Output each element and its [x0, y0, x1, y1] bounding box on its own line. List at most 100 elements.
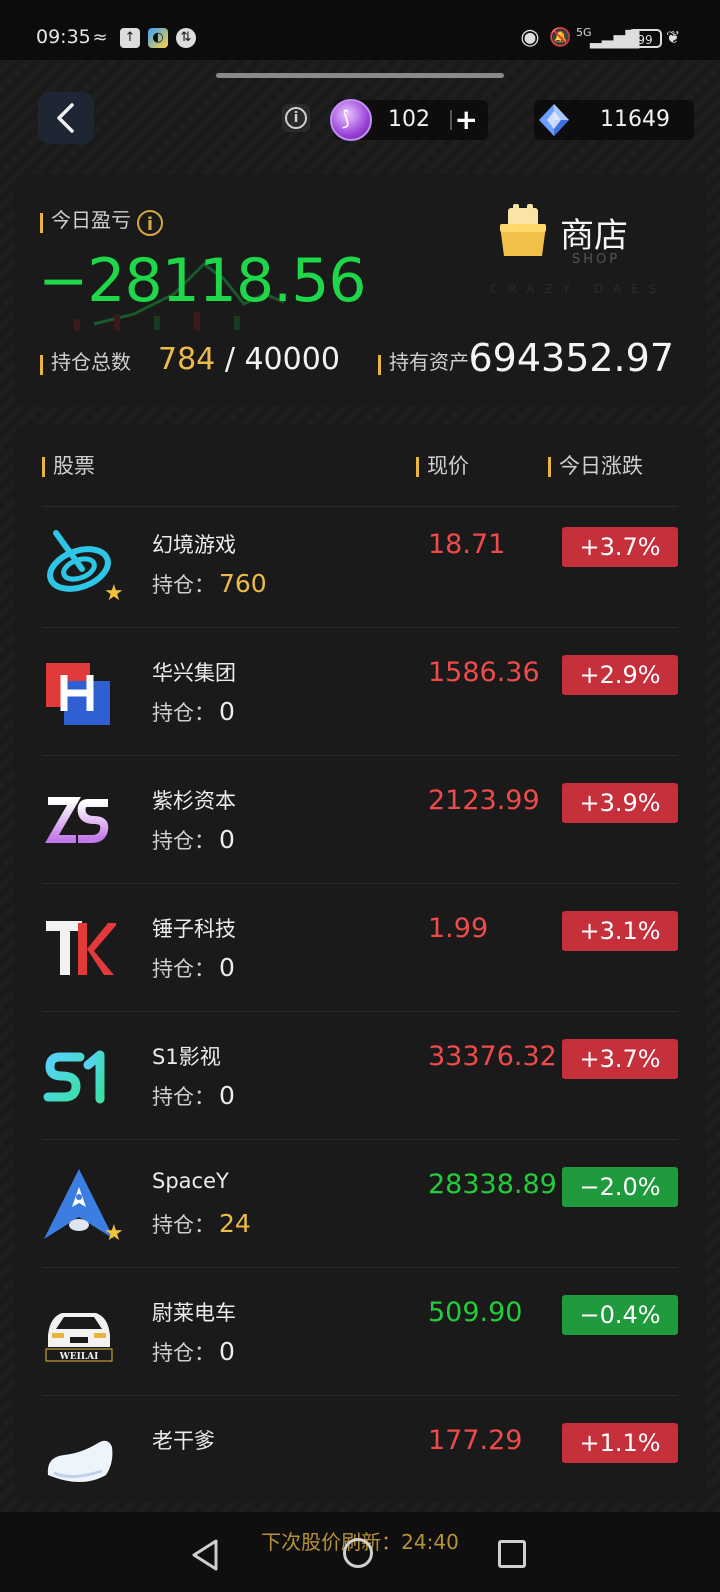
- stock-name: S1影视: [152, 1045, 221, 1069]
- holding-prefix: 持仓：: [152, 701, 215, 725]
- weilai-car-logo-icon: WEILAI: [45, 1313, 113, 1362]
- stock-name: 老干爹: [152, 1429, 215, 1453]
- holding-label: 持仓总数: [40, 346, 131, 375]
- label-marker: [548, 457, 551, 477]
- holding-prefix: 持仓：: [152, 573, 215, 597]
- stock-name: 锤子科技: [152, 917, 236, 941]
- stock-holding: 持仓： 0: [152, 953, 235, 983]
- stock-row[interactable]: 紫杉资本 持仓： 0 2123.99 +3.9%: [42, 755, 678, 884]
- coin-balance: 102 +: [330, 99, 488, 141]
- status-bar: 09:35 ≈ ↑ ◐ ⇅ ◉ 🔕 5G ▂▃▅▇ 99 ❦: [0, 0, 720, 60]
- stock-row[interactable]: WEILAI 尉莱电车 持仓： 0 509.90 −0.4%: [42, 1267, 678, 1396]
- stock-holding: 持仓： 760: [152, 569, 267, 599]
- label-marker: [40, 212, 43, 233]
- refresh-label: 下次股价刷新：: [261, 1530, 402, 1554]
- nav-back-icon[interactable]: [190, 1538, 222, 1572]
- battery-indicator: 99: [628, 29, 662, 48]
- holding-amount: 24: [219, 1209, 251, 1238]
- stock-price: 33376.32: [428, 1041, 557, 1072]
- today-pnl-label: 今日盈亏 i: [40, 204, 163, 236]
- holding-label-text: 持仓总数: [51, 350, 131, 374]
- mute-icon: 🔕: [549, 27, 572, 48]
- holding-amount: 0: [219, 1337, 235, 1366]
- watermark-text: CRAZY DAES: [490, 282, 667, 296]
- shop-sublabel: SHOP: [572, 252, 621, 267]
- weilai-logo-text: WEILAI: [59, 1352, 99, 1362]
- laoganda-logo-icon: [47, 1440, 113, 1482]
- holding-prefix: 持仓：: [152, 829, 215, 853]
- gem-value: 11649: [600, 107, 670, 132]
- favorite-star-icon[interactable]: ★: [104, 581, 124, 606]
- stock-name: 华兴集团: [152, 661, 236, 685]
- shop-button[interactable]: 商店 SHOP: [498, 198, 658, 278]
- battery-level: 99: [637, 33, 653, 47]
- stock-holding: 持仓： 0: [152, 697, 235, 727]
- shop-label: 商店: [560, 216, 628, 256]
- stock-holding: 持仓： 0: [152, 825, 235, 855]
- s1-logo-icon: [43, 1050, 105, 1104]
- header-stock-text: 股票: [53, 454, 95, 478]
- holding-value: 784 / 40000: [158, 342, 340, 377]
- stock-price: 18.71: [428, 529, 506, 560]
- holding-prefix: 持仓：: [152, 1341, 215, 1365]
- stock-name: 尉莱电车: [152, 1301, 236, 1325]
- hammer-tk-logo-icon: [46, 921, 116, 975]
- today-pnl-label-text: 今日盈亏: [51, 208, 131, 232]
- assets-label-text: 持有资产: [389, 350, 469, 374]
- holding-prefix: 持仓：: [152, 1213, 215, 1237]
- stock-holding: 持仓： 24: [152, 1209, 251, 1239]
- refresh-countdown-value: 24:40: [401, 1530, 459, 1554]
- holding-amount: 0: [219, 825, 235, 854]
- stock-row[interactable]: ★ SpaceY 持仓： 24 28338.89 −2.0%: [42, 1139, 678, 1268]
- holding-count: 784: [158, 342, 216, 377]
- stock-row[interactable]: ★ 幻境游戏 持仓： 760 18.71 +3.7%: [42, 499, 678, 628]
- browser-icon: ◐: [148, 28, 168, 48]
- add-coins-button[interactable]: +: [455, 103, 478, 136]
- label-marker: [40, 354, 43, 375]
- label-marker: [42, 457, 45, 477]
- assets-label: 持有资产: [378, 346, 469, 375]
- holding-amount: 0: [219, 697, 235, 726]
- header-change: 今日涨跌: [548, 450, 643, 480]
- header-price: 现价: [416, 450, 469, 480]
- holding-separator: /: [224, 342, 235, 377]
- huaxing-logo-icon: [46, 663, 110, 725]
- stock-change-badge: +3.7%: [562, 1039, 678, 1079]
- stock-change-badge: +2.9%: [562, 655, 678, 695]
- info-icon: i: [285, 107, 307, 129]
- stock-name: SpaceY: [152, 1169, 229, 1193]
- stock-row[interactable]: 华兴集团 持仓： 0 1586.36 +2.9%: [42, 627, 678, 756]
- stock-holding: 持仓： 0: [152, 1337, 235, 1367]
- stock-row[interactable]: S1影视 持仓： 0 33376.32 +3.7%: [42, 1011, 678, 1140]
- holding-amount: 760: [219, 569, 267, 598]
- label-marker: [378, 354, 381, 375]
- holding-prefix: 持仓：: [152, 1085, 215, 1109]
- drag-handle[interactable]: [216, 73, 504, 78]
- stock-change-badge: +3.7%: [562, 527, 678, 567]
- divider: [450, 110, 452, 130]
- stock-row[interactable]: 锤子科技 持仓： 0 1.99 +3.1%: [42, 883, 678, 1012]
- pnl-info-icon[interactable]: i: [137, 209, 163, 236]
- favorite-star-icon[interactable]: ★: [104, 1221, 124, 1246]
- today-pnl-value: −28118.56: [38, 246, 367, 316]
- back-button[interactable]: [38, 92, 94, 144]
- stock-change-badge: +3.9%: [562, 783, 678, 823]
- stock-holding: 持仓： 0: [152, 1081, 235, 1111]
- chevron-left-icon: [57, 103, 74, 133]
- nav-home-icon[interactable]: [343, 1538, 373, 1568]
- header-price-text: 现价: [427, 454, 469, 478]
- info-button[interactable]: i: [282, 104, 310, 132]
- diamond-icon: [539, 104, 569, 136]
- stock-change-badge: −0.4%: [562, 1295, 678, 1335]
- stock-list: 股票 现价 今日涨跌 ★ 幻境游戏 持仓： 760 18.71 +3.7% 华兴集…: [14, 424, 706, 1502]
- shop-icon: [500, 204, 546, 256]
- sync-icon: ⇅: [176, 28, 196, 48]
- coin-icon: [330, 99, 372, 141]
- stock-row[interactable]: 老干爹 177.29 +1.1%: [42, 1395, 678, 1502]
- stock-name: 幻境游戏: [152, 533, 236, 557]
- holding-prefix: 持仓：: [152, 957, 215, 981]
- nav-recent-icon[interactable]: [498, 1540, 526, 1568]
- zs-logo-icon: [45, 797, 109, 843]
- stock-price: 509.90: [428, 1297, 523, 1328]
- stock-name: 紫杉资本: [152, 789, 236, 813]
